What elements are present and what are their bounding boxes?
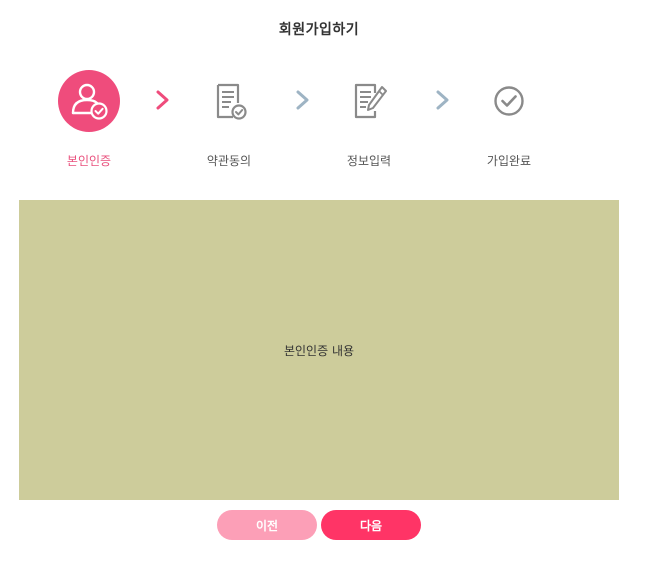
prev-button[interactable]: 이전 [217, 510, 317, 540]
user-check-icon [71, 83, 108, 120]
step-label: 가입완료 [486, 154, 532, 168]
check-circle-icon [494, 86, 524, 116]
step-label: 정보입력 [346, 154, 392, 168]
step-info-input: 정보입력 [309, 70, 429, 169]
signup-page: 회원가입하기 본인인증 약관동의 정보입력 가입완료 본인인증 내용 이전 다음 [0, 0, 664, 568]
step-circle [198, 70, 260, 132]
document-edit-icon [354, 83, 387, 119]
document-check-icon [216, 83, 247, 120]
content-text: 본인인증 내용 [283, 343, 355, 358]
identity-verification-content: 본인인증 내용 [19, 200, 619, 500]
step-signup-complete: 가입완료 [449, 70, 569, 169]
next-button[interactable]: 다음 [321, 510, 421, 540]
step-terms-agreement: 약관동의 [169, 70, 289, 169]
step-label: 약관동의 [206, 154, 252, 168]
step-label: 본인인증 [66, 154, 112, 168]
step-circle [58, 70, 120, 132]
page-title: 회원가입하기 [278, 22, 360, 38]
step-circle [478, 70, 540, 132]
step-circle [338, 70, 400, 132]
step-identity-verification: 본인인증 [29, 70, 149, 169]
